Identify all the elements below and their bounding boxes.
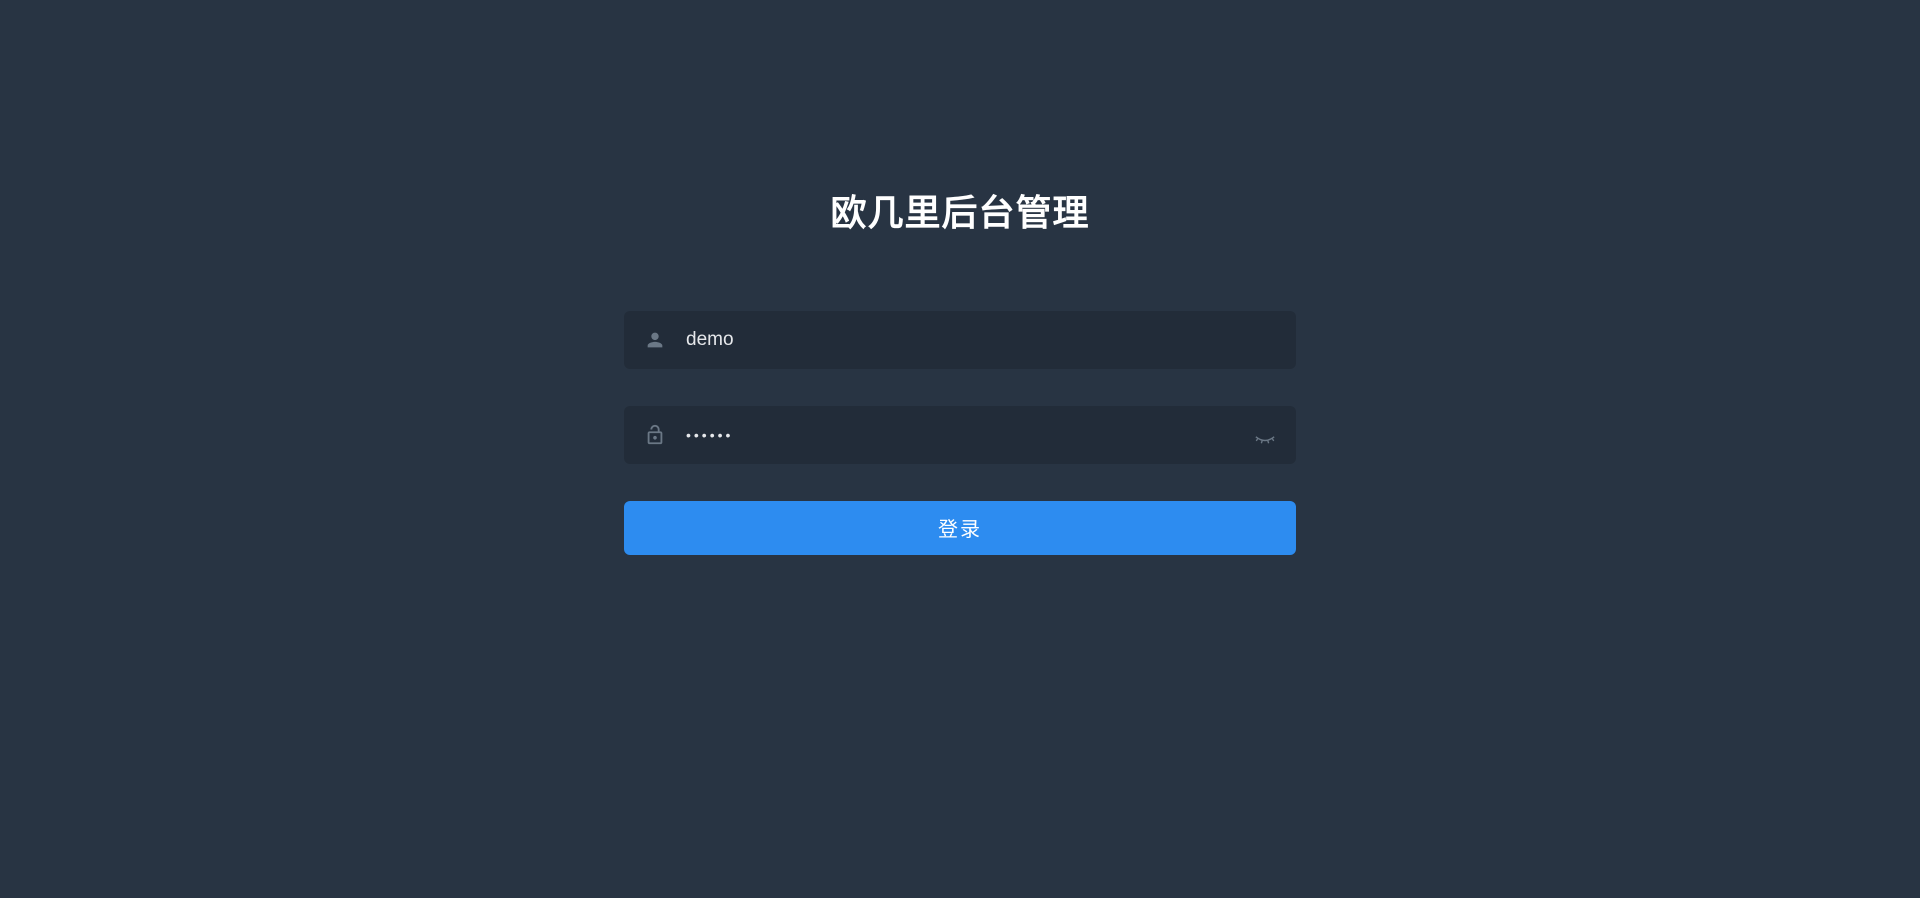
username-input[interactable] <box>686 329 1276 351</box>
login-button[interactable]: 登录 <box>624 501 1296 555</box>
password-field-wrapper <box>624 406 1296 464</box>
user-icon <box>644 329 666 351</box>
password-input[interactable] <box>686 427 1254 443</box>
login-form: 欧几里后台管理 登录 <box>624 184 1296 555</box>
username-field-wrapper <box>624 311 1296 369</box>
lock-icon <box>644 424 666 446</box>
page-title: 欧几里后台管理 <box>830 184 1089 236</box>
eye-closed-icon[interactable] <box>1254 424 1276 446</box>
